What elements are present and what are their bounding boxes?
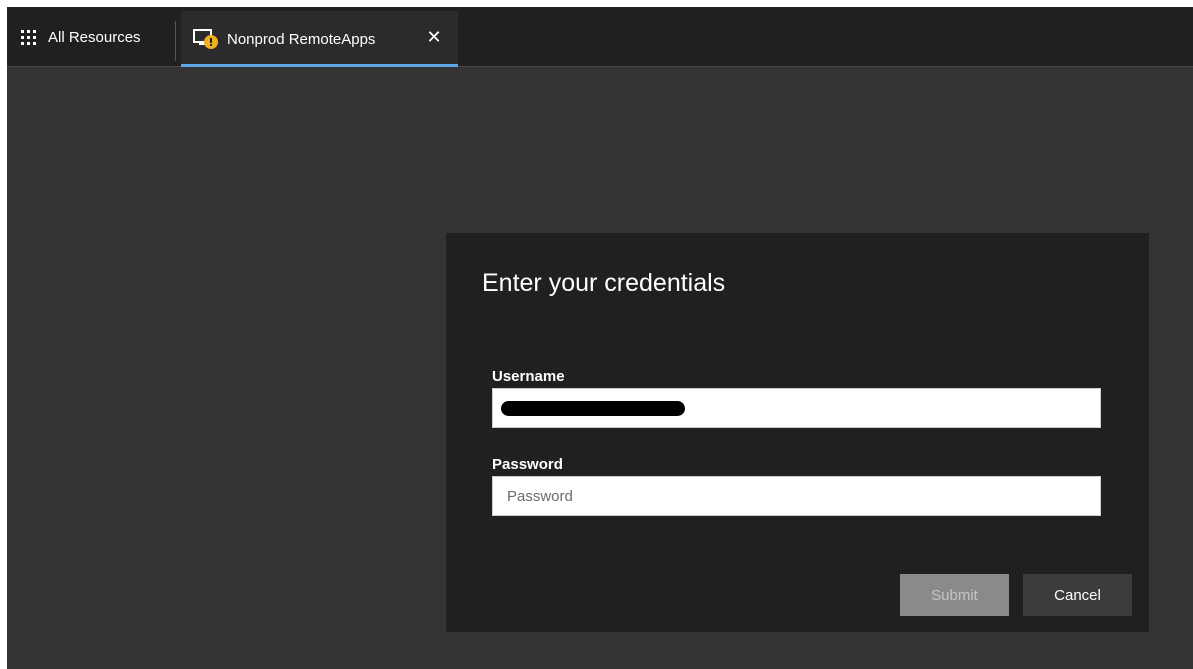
- active-tab-indicator: [181, 64, 458, 67]
- all-resources-label: All Resources: [48, 28, 141, 46]
- credentials-dialog: Enter your credentials Username Password…: [446, 233, 1149, 632]
- all-resources-button[interactable]: All Resources: [7, 7, 155, 67]
- top-bar: All Resources Nonprod RemoteApps ✕: [7, 7, 1193, 67]
- password-label: Password: [492, 456, 563, 473]
- cancel-button[interactable]: Cancel: [1023, 574, 1132, 616]
- remote-desktop-warning-icon: [193, 28, 221, 50]
- password-input[interactable]: [493, 477, 1100, 515]
- tab-separator: [175, 21, 176, 61]
- tab-nonprod-remoteapps[interactable]: Nonprod RemoteApps ✕: [181, 11, 458, 67]
- username-field[interactable]: [492, 388, 1101, 428]
- close-icon[interactable]: ✕: [424, 28, 444, 48]
- tab-label: Nonprod RemoteApps: [227, 30, 376, 48]
- username-label: Username: [492, 368, 565, 385]
- redacted-username-mark: [501, 401, 685, 416]
- app-window: All Resources Nonprod RemoteApps ✕ Enter…: [7, 7, 1193, 669]
- app-grid-icon: [21, 29, 36, 45]
- submit-button[interactable]: Submit: [900, 574, 1009, 616]
- password-field[interactable]: [492, 476, 1101, 516]
- dialog-title: Enter your credentials: [482, 269, 726, 297]
